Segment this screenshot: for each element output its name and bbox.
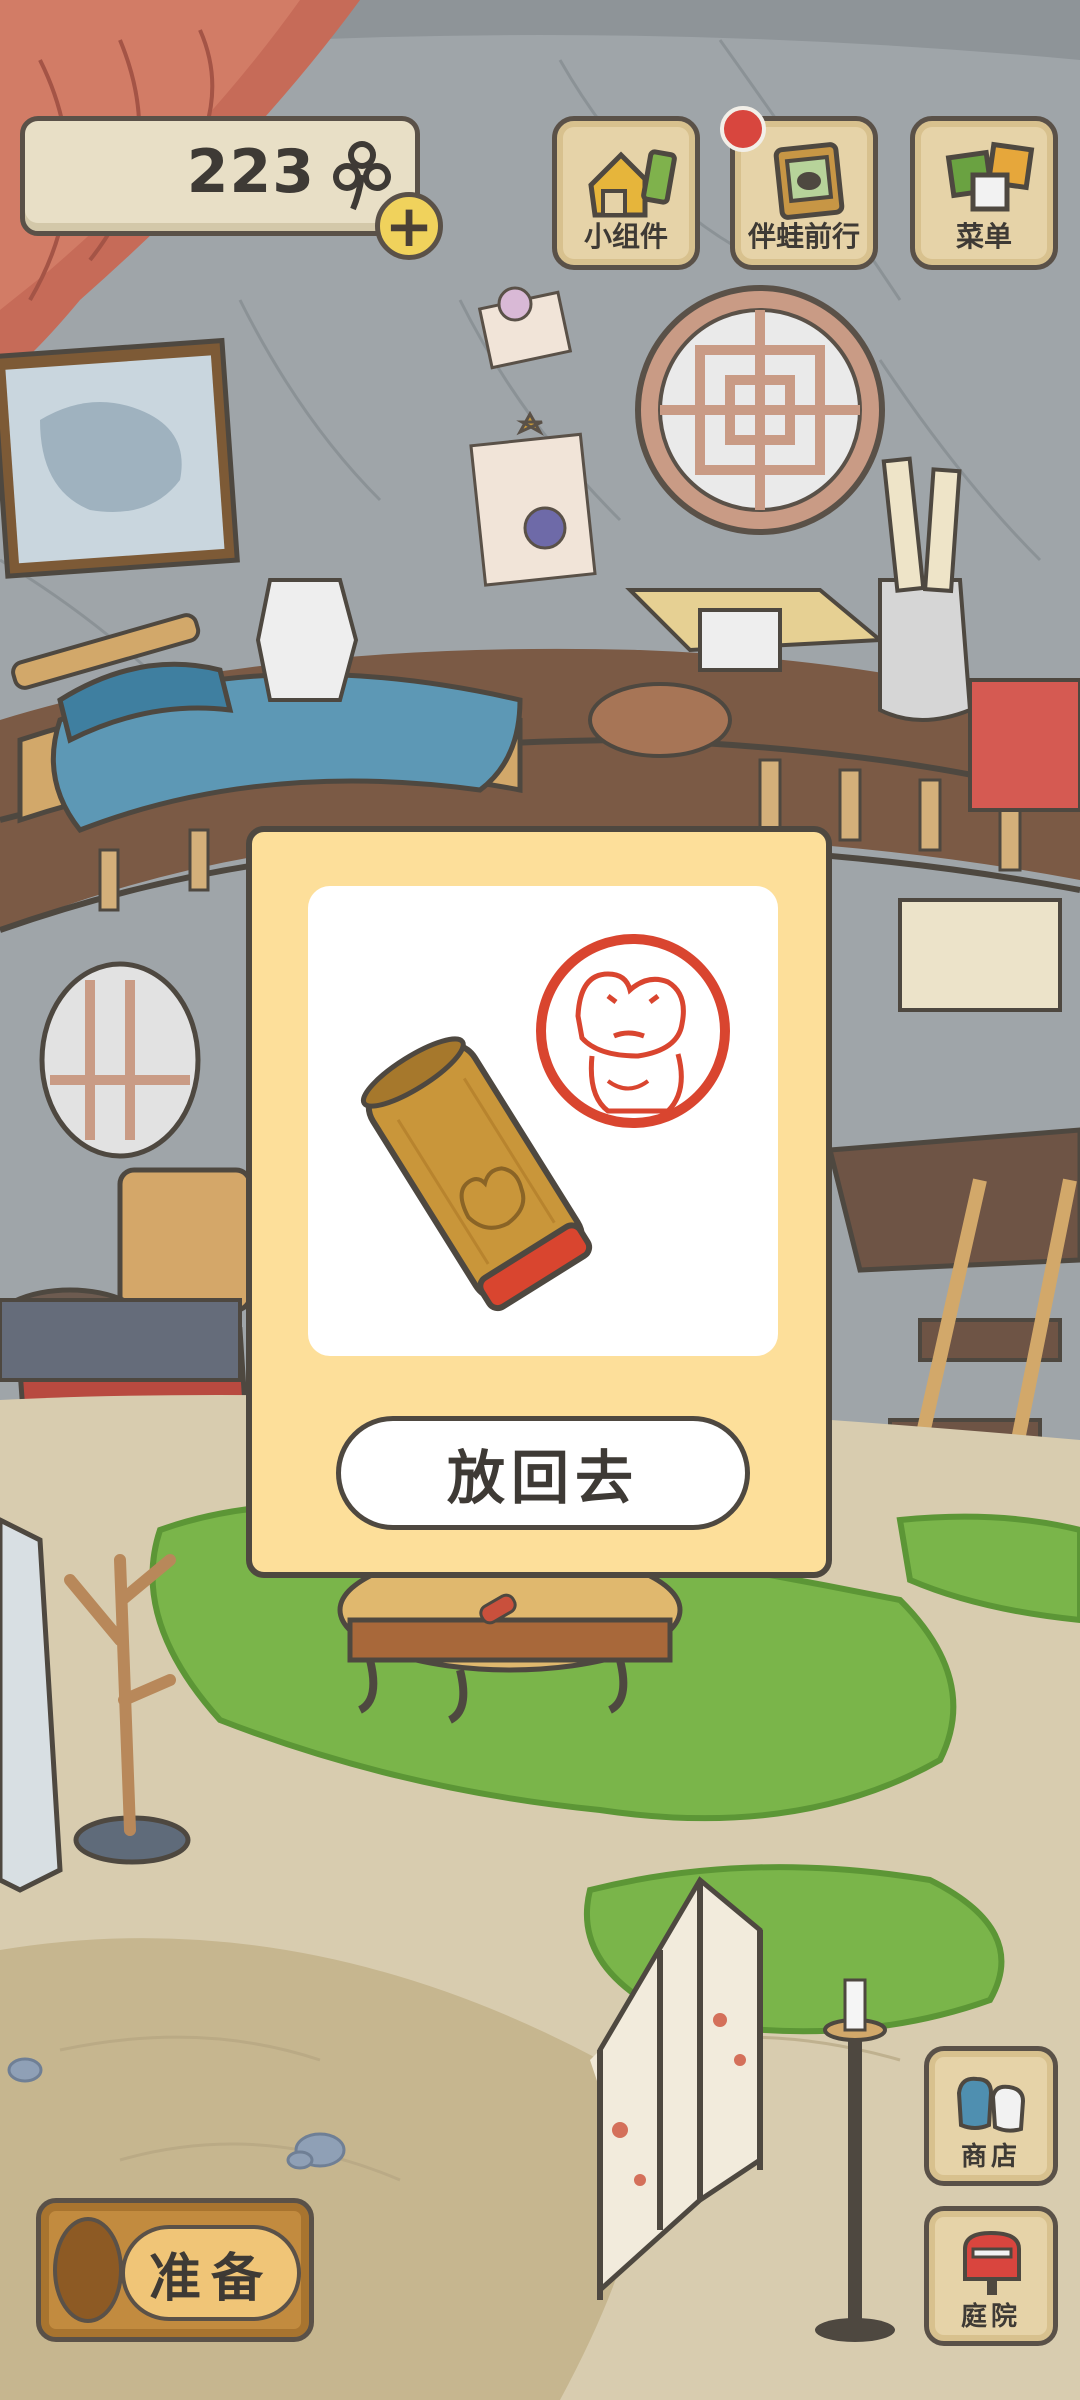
round-lattice-window	[635, 285, 885, 535]
frog-stamp-icon	[360, 934, 730, 1312]
album-icon	[773, 142, 845, 220]
item-image-panel	[308, 886, 778, 1356]
shop-label: 商店	[960, 2142, 1021, 2172]
clover-count: 223	[186, 137, 315, 207]
widget-label: 小组件	[583, 220, 668, 253]
notification-dot	[720, 106, 766, 152]
shop-bags-icon	[956, 2076, 1026, 2133]
menu-button[interactable]: 菜单	[910, 116, 1058, 270]
plus-icon: +	[384, 192, 434, 260]
log-end-icon	[53, 2217, 123, 2323]
prepare-label: 准备	[121, 2225, 301, 2321]
shop-button[interactable]: 商店	[924, 2046, 1058, 2186]
frog-journey-label: 伴蛙前行	[747, 220, 860, 253]
widget-icon	[588, 149, 677, 218]
yard-label: 庭院	[960, 2302, 1021, 2332]
item-dialog: 放回去	[246, 826, 832, 1578]
yard-button[interactable]: 庭院	[924, 2206, 1058, 2346]
menu-cards-icon	[945, 141, 1035, 212]
put-back-button[interactable]: 放回去	[336, 1416, 750, 1530]
mailbox-icon	[963, 2230, 1021, 2295]
wall-map-picture	[0, 337, 240, 579]
widget-button[interactable]: 小组件	[552, 116, 700, 270]
add-clover-button[interactable]: +	[375, 192, 443, 260]
stamp-impression	[536, 934, 730, 1128]
menu-label: 菜单	[955, 220, 1012, 253]
wooden-seal	[360, 1036, 593, 1312]
prepare-button[interactable]: 准备	[36, 2198, 314, 2342]
clover-counter: 223	[20, 116, 420, 236]
